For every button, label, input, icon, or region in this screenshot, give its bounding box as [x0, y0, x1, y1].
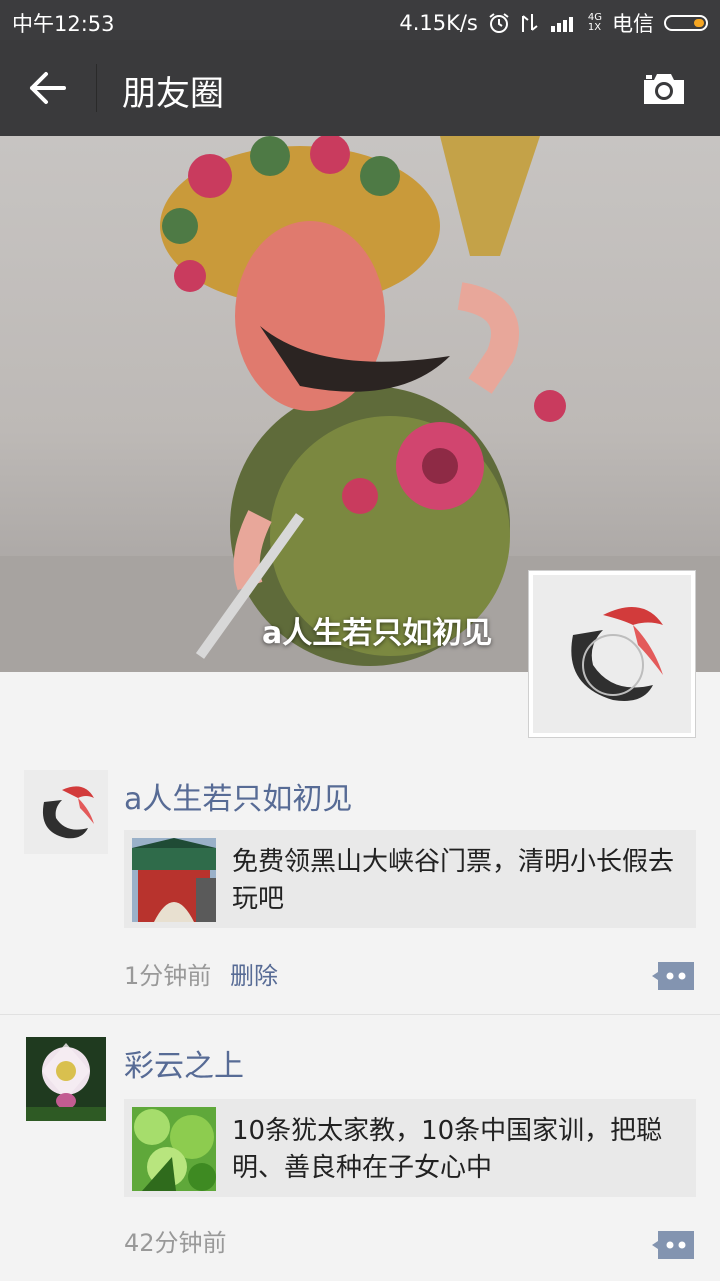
nav-bar: 朋友圈	[0, 40, 720, 136]
feed-post: a人生若只如初见 免费领黑山大峡谷门票，清明小长假去玩吧 1分钟前 删除	[0, 770, 720, 1014]
status-time: 中午12:53	[12, 12, 115, 36]
cover-username: a人生若只如初见	[262, 616, 493, 651]
camera-icon[interactable]	[640, 70, 688, 108]
post-avatar[interactable]	[24, 770, 108, 854]
shared-link-card[interactable]: 免费领黑山大峡谷门票，清明小长假去玩吧	[124, 830, 696, 928]
post-avatar[interactable]	[26, 1037, 106, 1121]
delete-button[interactable]: 删除	[230, 956, 278, 991]
network-type: 4G 1X	[588, 13, 602, 33]
comment-bubble-icon[interactable]	[650, 1229, 696, 1261]
vibrate-icon	[521, 14, 538, 32]
shared-link-card[interactable]: 10条犹太家教，10条中国家训，把聪明、善良种在子女心中	[124, 1099, 696, 1197]
signal-icon	[550, 17, 573, 32]
profile-avatar[interactable]	[528, 570, 696, 738]
link-title: 10条犹太家教，10条中国家训，把聪明、善良种在子女心中	[232, 1116, 663, 1183]
feed-post: 彩云之上 10条犹太家教，10条中国家训，把聪明、善良种在子女心中 42分钟前	[0, 1014, 720, 1281]
page-title: 朋友圈	[122, 74, 224, 114]
post-timestamp: 42分钟前	[124, 1229, 227, 1257]
comment-bubble-icon[interactable]	[650, 960, 696, 992]
post-username[interactable]: a人生若只如初见	[124, 774, 352, 818]
network-type-bottom: 1X	[587, 22, 602, 33]
link-thumbnail	[132, 838, 216, 922]
network-speed: 4.15K/s	[399, 11, 478, 35]
nav-divider	[96, 64, 97, 112]
profile-avatar-image	[533, 575, 691, 733]
alarm-icon	[489, 13, 509, 33]
status-right-group: 4.15K/s 4G 1X 电信	[399, 8, 708, 38]
battery-icon	[664, 15, 708, 31]
post-timestamp: 1分钟前	[124, 962, 212, 990]
carrier-name: 电信	[612, 12, 654, 36]
link-thumbnail	[132, 1107, 216, 1191]
post-username[interactable]: 彩云之上	[124, 1041, 244, 1085]
back-arrow-icon[interactable]	[26, 68, 70, 108]
link-title: 免费领黑山大峡谷门票，清明小长假去玩吧	[232, 847, 675, 914]
status-bar: 中午12:53 4.15K/s 4G 1X 电信	[0, 0, 720, 40]
